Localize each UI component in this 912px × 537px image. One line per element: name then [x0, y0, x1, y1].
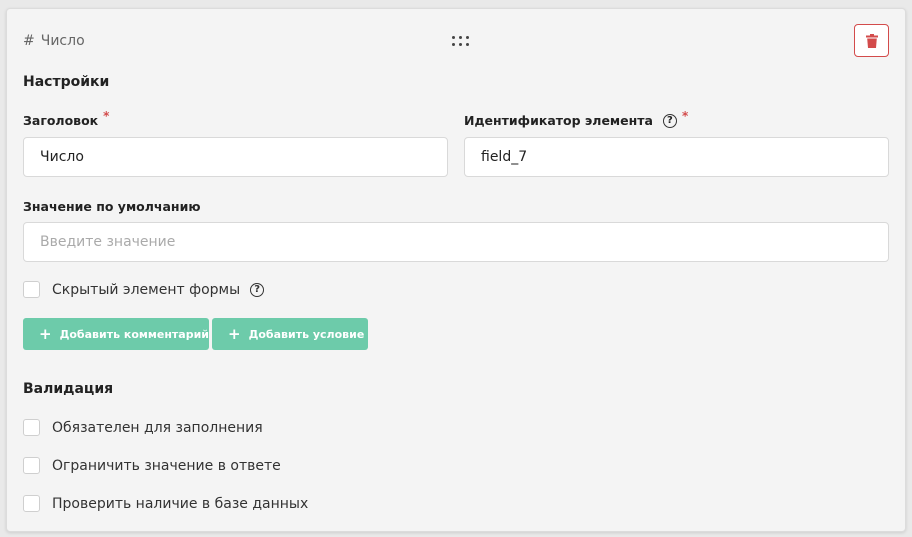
required-label: Обязателен для заполнения — [52, 419, 263, 436]
add-comment-button[interactable]: + Добавить комментарий — [23, 318, 209, 350]
required-checkbox[interactable] — [23, 419, 40, 436]
id-input[interactable]: field_7 — [464, 137, 889, 177]
validation-title: Валидация — [23, 381, 114, 397]
limit-value-checkbox[interactable] — [23, 457, 40, 474]
default-label-text: Значение по умолчанию — [23, 199, 201, 214]
validation-option-row: Ограничить значение в ответе — [23, 457, 281, 474]
default-value-input[interactable]: Введите значение — [23, 222, 889, 262]
hidden-element-checkbox[interactable] — [23, 281, 40, 298]
hash-icon: # — [23, 33, 35, 49]
field-type-label: Число — [40, 33, 85, 49]
help-icon[interactable]: ? — [250, 282, 265, 297]
add-comment-label: Добавить комментарий — [59, 327, 210, 341]
add-condition-button[interactable]: + Добавить условие — [212, 318, 368, 350]
form-field-card: # Число Настройки Заголовок * Число Иден… — [6, 8, 906, 532]
add-condition-label: Добавить условие — [248, 327, 365, 341]
plus-icon: + — [39, 325, 52, 343]
db-check-label: Проверить наличие в базе данных — [52, 495, 309, 512]
validation-option-row: Проверить наличие в базе данных — [23, 495, 308, 512]
hidden-element-row: Скрытый элемент формы ? — [23, 281, 265, 298]
id-field-label: Идентификатор элемента ? * — [464, 109, 688, 129]
hidden-element-label: Скрытый элемент формы — [52, 281, 241, 298]
field-type-header: # Число — [23, 31, 85, 51]
default-field-label: Значение по умолчанию — [23, 199, 200, 214]
validation-option-row: Обязателен для заполнения — [23, 419, 263, 436]
db-check-checkbox[interactable] — [23, 495, 40, 512]
plus-icon: + — [228, 325, 241, 343]
trash-icon — [865, 33, 878, 48]
limit-value-label: Ограничить значение в ответе — [52, 457, 281, 474]
settings-title: Настройки — [23, 74, 110, 90]
label-input-value: Число — [40, 149, 84, 165]
delete-button[interactable] — [854, 24, 889, 57]
label-text: Заголовок — [23, 113, 99, 128]
help-icon[interactable]: ? — [662, 113, 677, 128]
label-field-label: Заголовок * — [23, 109, 109, 129]
drag-handle-icon[interactable] — [452, 36, 474, 50]
required-mark: * — [103, 108, 110, 123]
default-value-placeholder: Введите значение — [40, 234, 176, 250]
label-input[interactable]: Число — [23, 137, 448, 177]
required-mark: * — [681, 108, 689, 123]
id-label-text: Идентификатор элемента — [464, 113, 653, 128]
id-input-value: field_7 — [481, 149, 528, 165]
